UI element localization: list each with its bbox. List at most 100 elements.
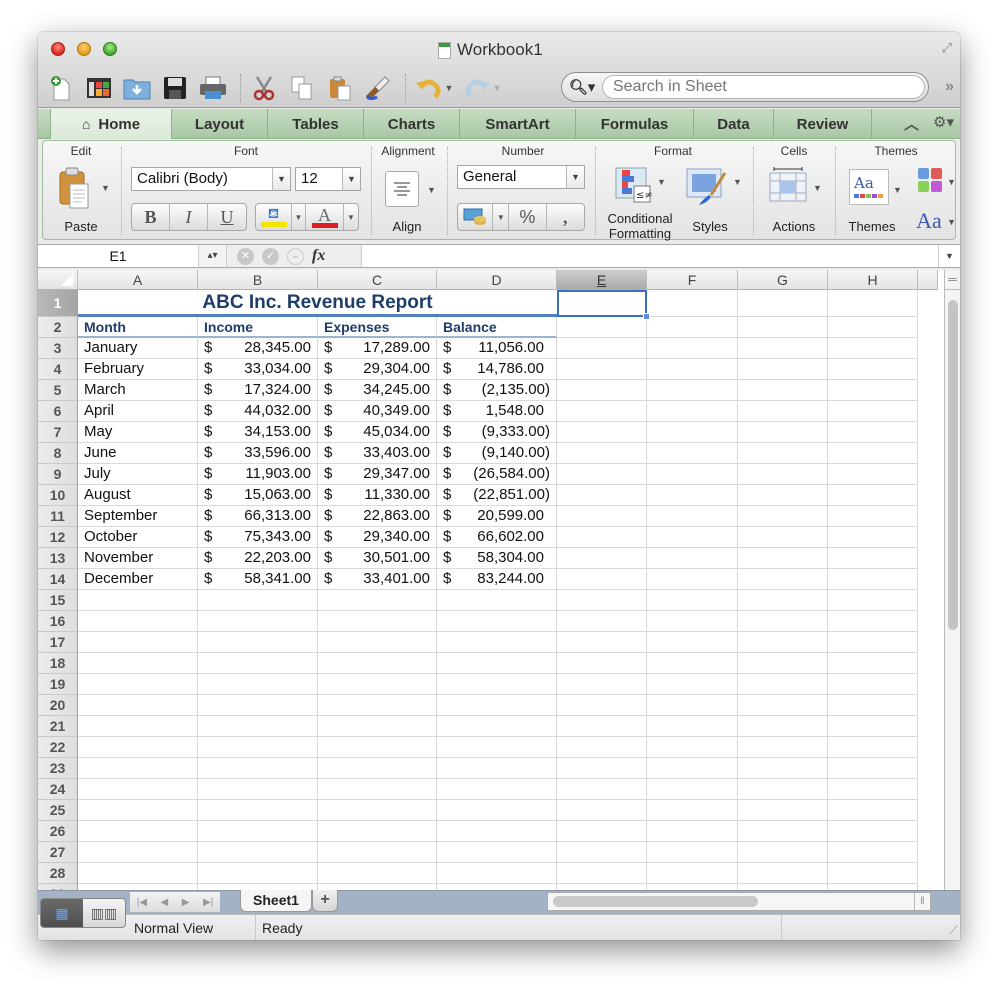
fill-color-chevron-icon[interactable]: ▼: [292, 204, 306, 230]
search-icon[interactable]: 🔍︎▾: [562, 78, 602, 96]
cell-empty[interactable]: [198, 758, 318, 779]
column-header-b[interactable]: B: [198, 270, 318, 290]
cell-empty[interactable]: [647, 338, 738, 359]
cell-empty[interactable]: [647, 800, 738, 821]
name-box-stepper-icon[interactable]: ▴▾: [198, 245, 226, 267]
row-header[interactable]: 24: [38, 779, 78, 800]
cell-empty[interactable]: [557, 653, 647, 674]
cell-g1[interactable]: [738, 290, 828, 317]
accounting-format-icon[interactable]: [458, 204, 494, 230]
tab-charts[interactable]: Charts: [364, 109, 460, 139]
cell-empty[interactable]: [198, 674, 318, 695]
row-header[interactable]: 13: [38, 548, 78, 569]
cell-empty[interactable]: [828, 863, 918, 884]
horizontal-scroll-thumb[interactable]: [553, 896, 758, 907]
cell-empty[interactable]: [828, 758, 918, 779]
row-header[interactable]: 26: [38, 821, 78, 842]
cell-empty[interactable]: [198, 653, 318, 674]
cell-empty[interactable]: [557, 737, 647, 758]
cell-empty[interactable]: [557, 758, 647, 779]
cell-expenses[interactable]: $29,347.00: [318, 464, 437, 485]
cell-empty[interactable]: [557, 800, 647, 821]
cell-empty[interactable]: [738, 506, 828, 527]
cell-h2[interactable]: [828, 317, 918, 338]
row-header[interactable]: 25: [38, 800, 78, 821]
search-field[interactable]: 🔍︎▾: [561, 72, 929, 102]
cell-empty[interactable]: [78, 842, 198, 863]
column-header-g[interactable]: G: [738, 270, 828, 290]
cell-empty[interactable]: [198, 863, 318, 884]
cell-empty[interactable]: [738, 821, 828, 842]
redo-icon[interactable]: ▼: [460, 73, 504, 103]
row-header[interactable]: 23: [38, 758, 78, 779]
cell-empty[interactable]: [198, 590, 318, 611]
header-month[interactable]: Month: [78, 317, 198, 338]
tab-review[interactable]: Review: [774, 109, 872, 139]
cell-empty[interactable]: [647, 485, 738, 506]
cell-empty[interactable]: [198, 737, 318, 758]
cell-empty[interactable]: [828, 338, 918, 359]
cell-empty[interactable]: [828, 842, 918, 863]
cell-empty[interactable]: [437, 695, 557, 716]
cell-empty[interactable]: [557, 359, 647, 380]
cell-expenses[interactable]: $40,349.00: [318, 401, 437, 422]
cell-empty[interactable]: [647, 590, 738, 611]
header-income[interactable]: Income: [198, 317, 318, 338]
cell-empty[interactable]: [557, 548, 647, 569]
cell-income[interactable]: $44,032.00: [198, 401, 318, 422]
cell-empty[interactable]: [647, 464, 738, 485]
column-header-a[interactable]: A: [78, 270, 198, 290]
cell-empty[interactable]: [437, 821, 557, 842]
row-header[interactable]: 10: [38, 485, 78, 506]
cell-expenses[interactable]: $33,403.00: [318, 443, 437, 464]
cell-balance[interactable]: $ (22,851.00): [437, 485, 557, 506]
cell-empty[interactable]: [828, 695, 918, 716]
cell-income[interactable]: $33,034.00: [198, 359, 318, 380]
font-size-select[interactable]: 12 ▼: [295, 167, 361, 191]
cell-month[interactable]: January: [78, 338, 198, 359]
cell-empty[interactable]: [828, 548, 918, 569]
cell-income[interactable]: $17,324.00: [198, 380, 318, 401]
cell-empty[interactable]: [647, 695, 738, 716]
cell-expenses[interactable]: $34,245.00: [318, 380, 437, 401]
cell-empty[interactable]: [828, 716, 918, 737]
column-header-f[interactable]: F: [647, 270, 738, 290]
column-header-d[interactable]: D: [437, 270, 557, 290]
cell-empty[interactable]: [738, 401, 828, 422]
cell-empty[interactable]: [647, 443, 738, 464]
row-header[interactable]: 21: [38, 716, 78, 737]
cell-empty[interactable]: [78, 800, 198, 821]
cell-empty[interactable]: [557, 506, 647, 527]
column-header-h[interactable]: H: [828, 270, 918, 290]
next-sheet-icon[interactable]: ▶: [182, 897, 190, 908]
cell-empty[interactable]: [318, 632, 437, 653]
italic-button[interactable]: I: [170, 204, 208, 230]
cell-empty[interactable]: [557, 632, 647, 653]
cell-expenses[interactable]: $30,501.00: [318, 548, 437, 569]
cell-empty[interactable]: [828, 674, 918, 695]
cell-empty[interactable]: [647, 842, 738, 863]
cell-empty[interactable]: [557, 590, 647, 611]
row-header[interactable]: 8: [38, 443, 78, 464]
theme-fonts-button[interactable]: Aa: [913, 209, 945, 233]
cell-empty[interactable]: [738, 527, 828, 548]
close-window-button[interactable]: [51, 42, 65, 56]
cell-empty[interactable]: [557, 338, 647, 359]
new-workbook-icon[interactable]: [44, 73, 78, 103]
cell-empty[interactable]: [828, 464, 918, 485]
cell-empty[interactable]: [828, 653, 918, 674]
cell-balance[interactable]: $83,244.00: [437, 569, 557, 590]
cell-empty[interactable]: [828, 632, 918, 653]
cell-empty[interactable]: [738, 737, 828, 758]
formula-input[interactable]: [364, 245, 934, 267]
conditional-formatting-icon[interactable]: ≤≠: [613, 165, 653, 205]
cell-empty[interactable]: [828, 401, 918, 422]
row-header[interactable]: 28: [38, 863, 78, 884]
vertical-scrollbar[interactable]: ═: [944, 270, 960, 890]
row-header[interactable]: 18: [38, 653, 78, 674]
cell-empty[interactable]: [647, 548, 738, 569]
cancel-entry-icon[interactable]: ✕: [237, 247, 254, 265]
cell-empty[interactable]: [738, 380, 828, 401]
cell-month[interactable]: May: [78, 422, 198, 443]
cell-empty[interactable]: [738, 464, 828, 485]
